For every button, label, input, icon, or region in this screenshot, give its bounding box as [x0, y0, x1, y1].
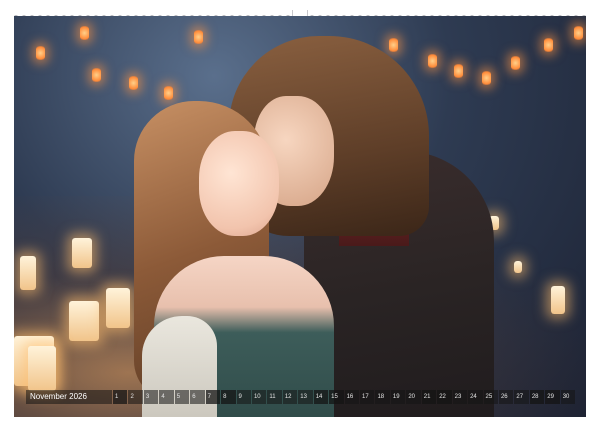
candle — [69, 301, 99, 341]
day-cell: 15 — [329, 390, 344, 404]
day-cell: 2 — [128, 390, 143, 404]
day-cell: 20 — [406, 390, 421, 404]
candle — [20, 256, 36, 290]
lantern — [92, 68, 101, 82]
lantern — [428, 54, 437, 68]
day-cell: 12 — [282, 390, 298, 404]
lantern — [574, 26, 583, 40]
day-cell: 13 — [298, 390, 313, 404]
day-cell: 11 — [267, 390, 282, 404]
day-cell: 28 — [529, 390, 545, 404]
calendar-strip: November 2026 1 2 3 4 5 6 7 8 9 10 11 12 13 14 15 16 17 1… — [26, 390, 576, 404]
day-cell: 14 — [313, 390, 329, 404]
lantern — [164, 86, 173, 100]
day-cell: 22 — [437, 390, 452, 404]
day-cell: 6 — [190, 390, 205, 404]
calendar-photo — [14, 16, 586, 417]
day-cell: 19 — [390, 390, 406, 404]
candle — [551, 286, 565, 314]
day-cell: 5 — [174, 390, 190, 404]
day-cell: 17 — [360, 390, 375, 404]
day-cell: 3 — [143, 390, 159, 404]
candle — [514, 261, 522, 273]
day-cell: 23 — [452, 390, 468, 404]
day-cell: 29 — [545, 390, 560, 404]
day-cell: 18 — [375, 390, 390, 404]
day-cell: 1 — [113, 390, 128, 404]
candle — [28, 346, 56, 391]
day-cell: 27 — [514, 390, 529, 404]
lantern — [80, 26, 89, 40]
lantern — [544, 38, 553, 52]
woman-face — [199, 131, 279, 236]
day-cell: 30 — [560, 390, 576, 404]
day-cell: 21 — [421, 390, 437, 404]
day-cell: 7 — [205, 390, 221, 404]
lantern — [511, 56, 520, 70]
month-label: November 2026 — [26, 390, 112, 404]
lantern — [389, 38, 398, 52]
lantern — [482, 71, 491, 85]
lantern — [129, 76, 138, 90]
day-cell: 24 — [468, 390, 483, 404]
day-cell: 25 — [483, 390, 498, 404]
day-cell: 4 — [159, 390, 174, 404]
day-row: 1 2 3 4 5 6 7 8 9 10 11 12 13 14 15 16 17 18 19 20 21 22 23 24 2… — [112, 390, 576, 404]
lantern — [36, 46, 45, 60]
lantern — [454, 64, 463, 78]
lantern — [194, 30, 203, 44]
day-cell: 8 — [221, 390, 236, 404]
day-cell: 16 — [344, 390, 359, 404]
day-cell: 10 — [251, 390, 267, 404]
candle — [106, 288, 130, 328]
day-cell: 9 — [236, 390, 251, 404]
candle — [72, 238, 92, 268]
day-cell: 26 — [498, 390, 514, 404]
